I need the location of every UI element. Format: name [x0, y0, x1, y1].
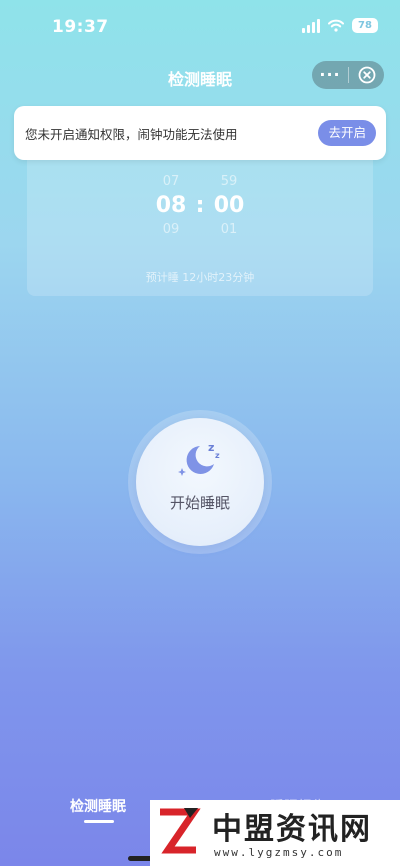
watermark: 中盟资讯网 www.lygzmsy.com: [150, 800, 400, 866]
picker-next-minute[interactable]: 01: [207, 222, 251, 237]
status-icons: 78: [302, 18, 378, 33]
svg-text:z: z: [208, 441, 214, 454]
picker-row-previous: 07 59: [27, 174, 373, 189]
alarm-time-picker[interactable]: 07 59 08 : 00 09 01 预计睡 12小时23分钟: [27, 156, 373, 296]
status-time: 19:37: [52, 17, 109, 37]
tab-sleep-detection[interactable]: 检测睡眠: [70, 796, 126, 816]
start-sleep-label: 开始睡眠: [169, 494, 230, 512]
banner-message: 您未开启通知权限，闹钟功能无法使用: [25, 126, 238, 142]
picker-prev-hour[interactable]: 07: [149, 174, 193, 189]
watermark-title: 中盟资讯网: [212, 812, 372, 847]
start-sleep-button[interactable]: z z 开始睡眠: [136, 418, 264, 546]
picker-next-hour[interactable]: 09: [149, 222, 193, 237]
more-icon[interactable]: ···: [312, 61, 348, 89]
picker-hour[interactable]: 08: [149, 193, 193, 218]
picker-prev-minute[interactable]: 59: [207, 174, 251, 189]
picker-separator: :: [195, 193, 205, 218]
moon-sleep-icon: z z: [178, 441, 220, 476]
close-icon[interactable]: [349, 66, 384, 84]
enable-notification-button[interactable]: 去开启: [318, 120, 376, 146]
picker-row-next: 09 01: [27, 222, 373, 237]
notification-permission-banner: 您未开启通知权限，闹钟功能无法使用 去开启: [14, 106, 386, 160]
watermark-logo-icon: [154, 804, 202, 860]
battery-indicator: 78: [352, 18, 378, 33]
status-bar: 19:37 78: [0, 0, 400, 52]
mini-program-capsule: ···: [312, 61, 384, 89]
tab-active-indicator: [84, 820, 114, 823]
picker-minute[interactable]: 00: [207, 193, 251, 218]
sleep-duration-estimate: 预计睡 12小时23分钟: [145, 271, 255, 284]
svg-text:z: z: [215, 451, 220, 460]
picker-row-selected: 08 : 00: [27, 193, 373, 218]
watermark-url: www.lygzmsy.com: [214, 846, 344, 859]
signal-icon: [302, 18, 320, 33]
wifi-icon: [328, 19, 344, 32]
